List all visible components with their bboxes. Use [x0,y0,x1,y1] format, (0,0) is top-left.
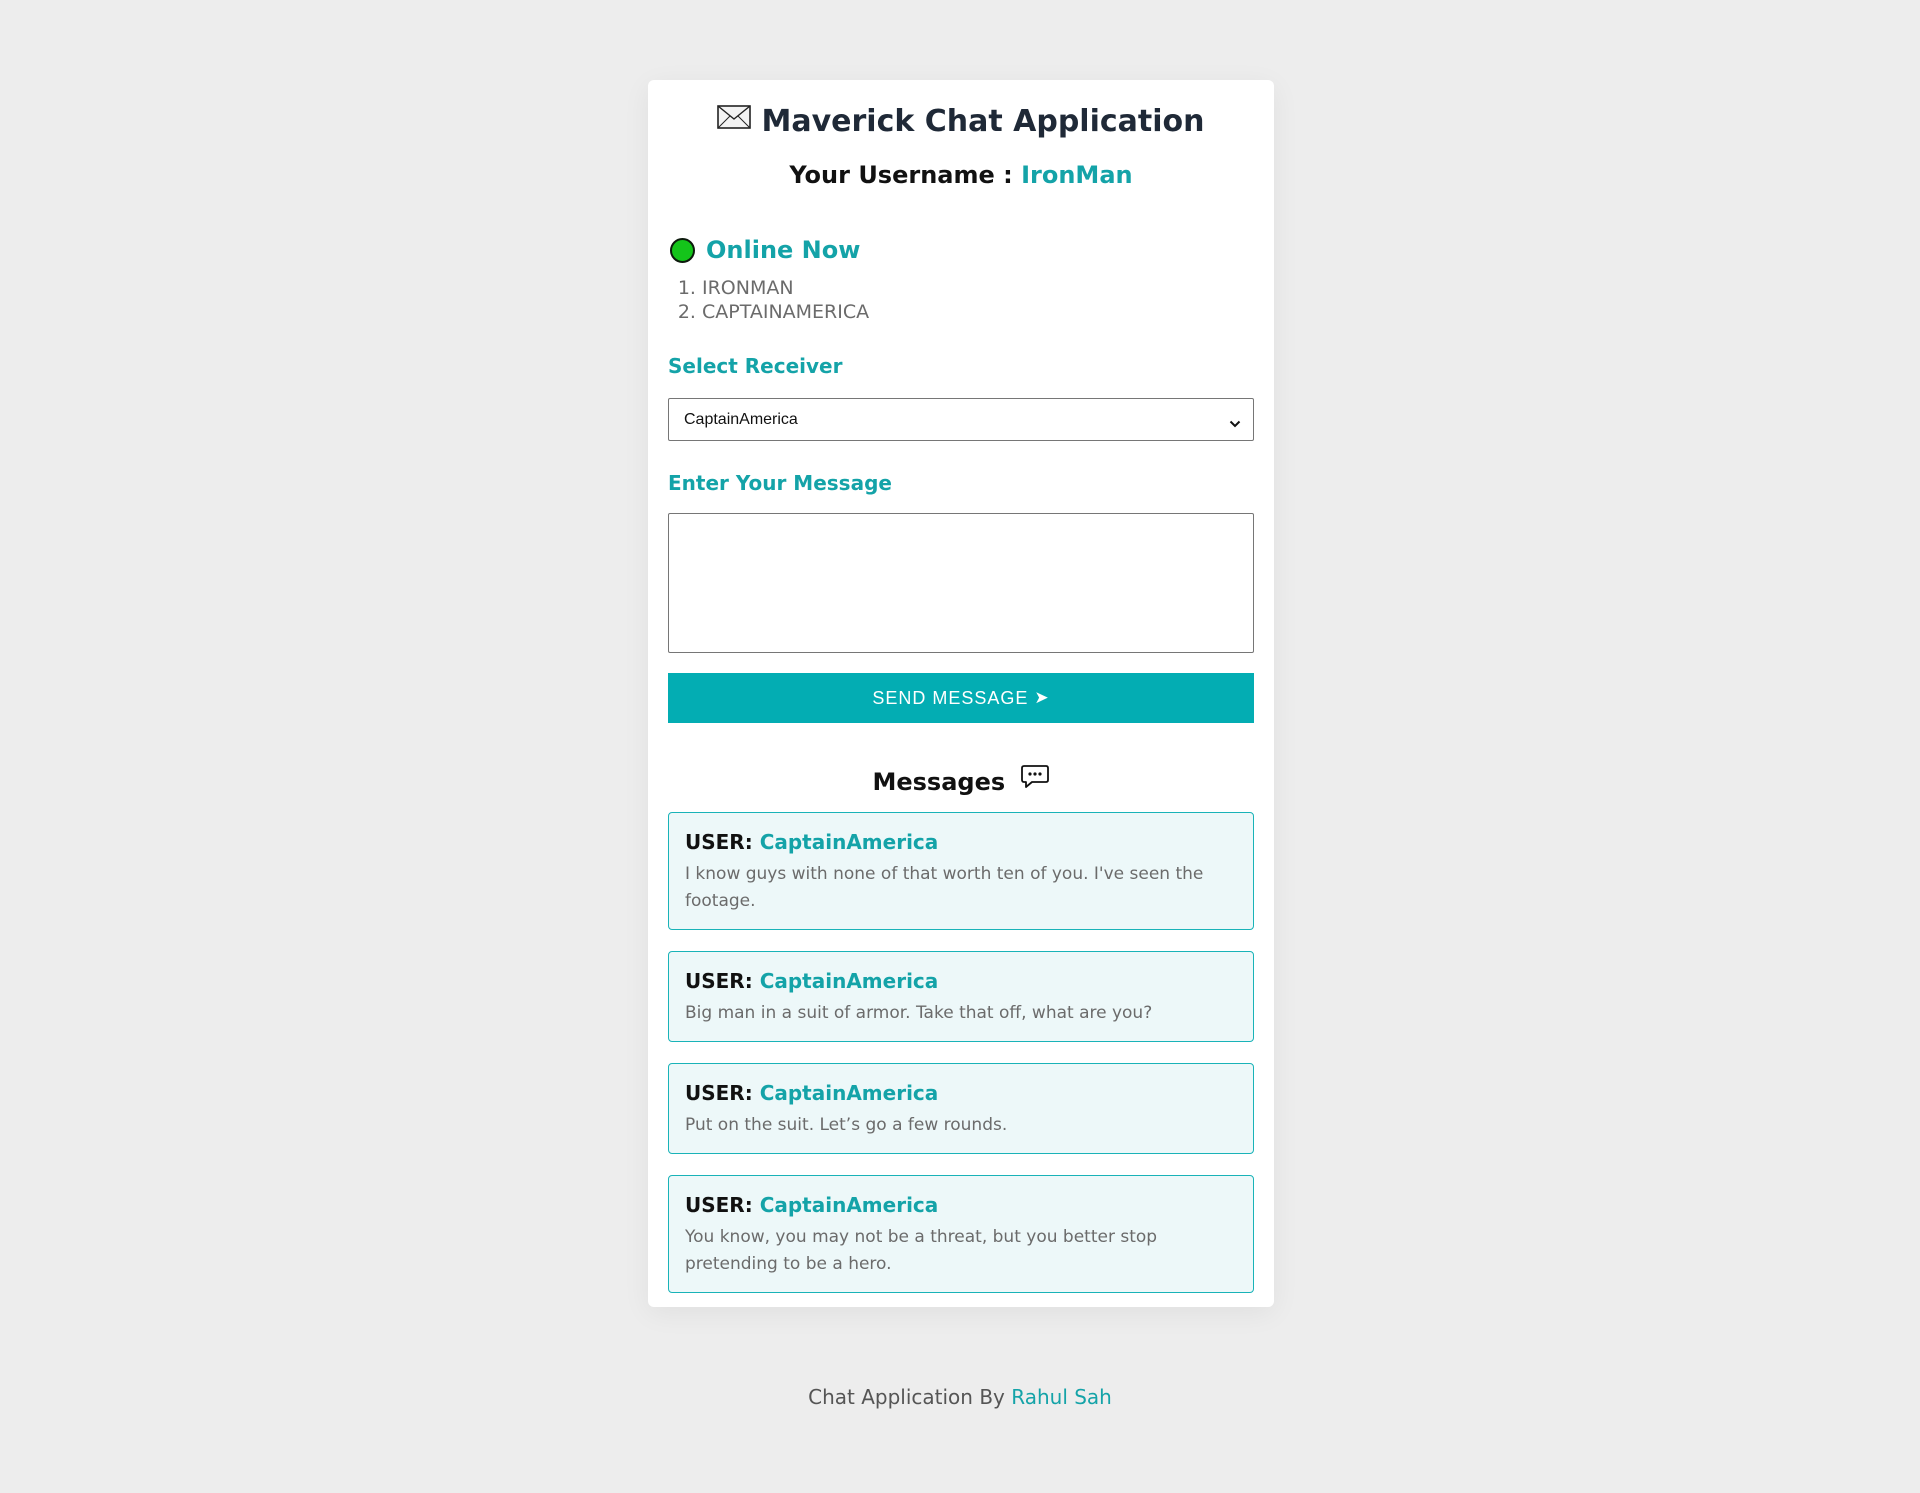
app-title-row: Maverick Chat Application [668,80,1254,142]
username-value: IronMan [1021,161,1133,189]
online-user-item: IRONMAN [702,276,1254,300]
sender-name: CaptainAmerica [759,830,939,854]
sender-name: CaptainAmerica [759,1081,939,1105]
footer-text: Chat Application By [808,1385,1005,1409]
message-text: I know guys with none of that worth ten … [685,864,1204,911]
online-users-list: IRONMAN CAPTAINAMERICA [668,276,1254,324]
username-label: Your Username : [789,161,1013,189]
message-item: USER: CaptainAmerica Put on the suit. Le… [668,1063,1254,1154]
message-text: Big man in a suit of armor. Take that of… [685,1003,1153,1023]
receiver-select[interactable]: CaptainAmerica [668,398,1254,441]
send-message-button[interactable]: SEND MESSAGE ➤ [668,673,1254,723]
author-link[interactable]: Rahul Sah [1011,1385,1112,1409]
message-label: Enter Your Message [668,471,892,495]
send-arrow-icon: ➤ [1034,688,1050,707]
message-sender: USER: CaptainAmerica [685,1080,1237,1106]
message-item: USER: CaptainAmerica You know, you may n… [668,1175,1254,1293]
chat-card: Maverick Chat Application Your Username … [648,80,1274,1307]
user-prefix: USER: [685,830,753,854]
select-receiver-label: Select Receiver [668,354,843,378]
online-now-title: Online Now [706,236,861,264]
send-message-label: SEND MESSAGE [872,687,1029,708]
chat-bubble-icon [1020,764,1050,799]
receiver-selected-value: CaptainAmerica [684,411,798,428]
message-sender: USER: CaptainAmerica [685,829,1237,855]
message-item: USER: CaptainAmerica I know guys with no… [668,812,1254,930]
message-item: USER: CaptainAmerica Big man in a suit o… [668,951,1254,1042]
message-sender: USER: CaptainAmerica [685,1192,1237,1218]
message-input[interactable] [668,513,1254,653]
app-title: Maverick Chat Application [761,104,1205,139]
online-user-item: CAPTAINAMERICA [702,300,1254,324]
sender-name: CaptainAmerica [759,969,939,993]
footer: Chat Application By Rahul Sah [0,1385,1920,1409]
user-prefix: USER: [685,969,753,993]
chevron-down-icon [1229,414,1241,433]
message-list: USER: CaptainAmerica I know guys with no… [668,812,1254,1293]
message-text: Put on the suit. Let’s go a few rounds. [685,1115,1008,1135]
message-text: You know, you may not be a threat, but y… [685,1227,1158,1274]
online-status-icon [670,237,695,263]
user-prefix: USER: [685,1081,753,1105]
messages-title: Messages [872,768,1006,796]
online-now-header: Online Now [668,232,1254,268]
envelope-icon [717,100,752,140]
message-sender: USER: CaptainAmerica [685,968,1237,994]
sender-name: CaptainAmerica [759,1193,939,1217]
user-prefix: USER: [685,1193,753,1217]
messages-header: Messages [668,764,1254,799]
username-line: Your Username : IronMan [668,158,1254,192]
